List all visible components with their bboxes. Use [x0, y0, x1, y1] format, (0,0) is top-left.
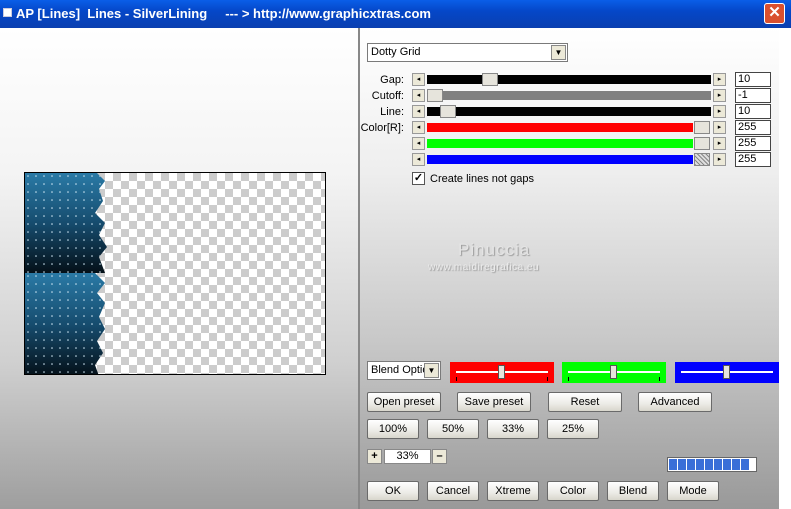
progress-segment	[696, 459, 704, 470]
cutoff-thumb[interactable]	[427, 89, 443, 102]
slider-right-arrow-icon[interactable]: ▸	[713, 153, 726, 166]
slider-left-arrow-icon[interactable]: ◂	[412, 137, 425, 150]
color-r-label: Color[R]:	[360, 122, 404, 134]
progress-segment	[678, 459, 686, 470]
gap-label: Gap:	[380, 74, 404, 86]
gap-value[interactable]: 10	[735, 72, 771, 87]
blend-select-value: Blend Optio	[371, 364, 429, 376]
zoom-in-button[interactable]: +	[367, 449, 382, 464]
slider-right-arrow-icon[interactable]: ▸	[713, 137, 726, 150]
zoom-25-button[interactable]: 25%	[547, 419, 599, 439]
line-slider[interactable]: ◂ ▸	[412, 105, 726, 118]
title-bar: AP [Lines] Lines - SilverLining --- > ht…	[0, 0, 791, 28]
zoom-33-button[interactable]: 33%	[487, 419, 539, 439]
chevron-down-icon[interactable]: ▼	[551, 45, 566, 60]
red-bar-tick	[547, 377, 548, 381]
blue-bar-thumb[interactable]	[723, 365, 730, 379]
blend-select[interactable]: Blend Optio ▼	[367, 361, 441, 380]
chevron-down-icon[interactable]: ▼	[424, 363, 439, 378]
preview-top-half	[25, 173, 107, 273]
color-b-slider[interactable]: ◂ ▸	[412, 153, 726, 166]
progress-segment	[741, 459, 749, 470]
color-r-value[interactable]: 255	[735, 120, 771, 135]
gap-thumb[interactable]	[482, 73, 498, 86]
progress-segment	[669, 459, 677, 470]
color-button[interactable]: Color	[547, 481, 599, 501]
save-preset-button[interactable]: Save preset	[457, 392, 531, 412]
progress-segment	[687, 459, 695, 470]
color-r-slider[interactable]: ◂ ▸	[412, 121, 726, 134]
gap-track	[427, 75, 711, 84]
green-bar-thumb[interactable]	[610, 365, 617, 379]
color-g-value[interactable]: 255	[735, 136, 771, 151]
green-bar-tick	[659, 377, 660, 381]
create-lines-label: Create lines not gaps	[430, 173, 534, 185]
blue-color-bar[interactable]	[675, 362, 779, 383]
advanced-button[interactable]: Advanced	[638, 392, 712, 412]
slider-left-arrow-icon[interactable]: ◂	[412, 121, 425, 134]
slider-left-arrow-icon[interactable]: ◂	[412, 89, 425, 102]
progress-bar	[667, 457, 757, 472]
cutoff-track	[427, 91, 711, 100]
preview-bottom-half	[25, 273, 105, 374]
line-track	[427, 107, 711, 116]
zoom-100-button[interactable]: 100%	[367, 419, 419, 439]
zoom-50-button[interactable]: 50%	[427, 419, 479, 439]
color-b-thumb[interactable]	[694, 153, 710, 166]
line-thumb[interactable]	[440, 105, 456, 118]
watermark-url: www.maidiregrafica.eu	[428, 262, 540, 273]
green-color-bar[interactable]	[562, 362, 666, 383]
open-preset-button[interactable]: Open preset	[367, 392, 441, 412]
color-b-track	[427, 155, 693, 164]
red-color-bar[interactable]	[450, 362, 554, 383]
slider-right-arrow-icon[interactable]: ▸	[713, 121, 726, 134]
watermark-name: Pinuccia	[458, 240, 531, 259]
cutoff-value[interactable]: -1	[735, 88, 771, 103]
color-g-track	[427, 139, 693, 148]
reset-button[interactable]: Reset	[548, 392, 622, 412]
color-g-slider[interactable]: ◂ ▸	[412, 137, 726, 150]
cutoff-slider[interactable]: ◂ ▸	[412, 89, 726, 102]
color-g-thumb[interactable]	[694, 137, 710, 150]
preview-graphic	[25, 173, 107, 374]
color-b-value[interactable]: 255	[735, 152, 771, 167]
window-title: AP [Lines] Lines - SilverLining --- > ht…	[16, 6, 431, 21]
slider-left-arrow-icon[interactable]: ◂	[412, 153, 425, 166]
progress-segment	[714, 459, 722, 470]
preview-image	[24, 172, 326, 375]
slider-left-arrow-icon[interactable]: ◂	[412, 105, 425, 118]
progress-segment	[723, 459, 731, 470]
mode-button[interactable]: Mode	[667, 481, 719, 501]
color-r-thumb[interactable]	[694, 121, 710, 134]
red-bar-tick	[456, 377, 457, 381]
color-r-track	[427, 123, 693, 132]
line-label: Line:	[380, 106, 404, 118]
window-edge	[779, 28, 791, 509]
zoom-value[interactable]: 33%	[384, 449, 431, 464]
zoom-out-button[interactable]: –	[432, 449, 447, 464]
preset-select[interactable]: Dotty Grid ▼	[367, 43, 568, 62]
line-value[interactable]: 10	[735, 104, 771, 119]
ok-button[interactable]: OK	[367, 481, 419, 501]
slider-right-arrow-icon[interactable]: ▸	[713, 89, 726, 102]
window-icon[interactable]	[3, 8, 12, 17]
slider-right-arrow-icon[interactable]: ▸	[713, 73, 726, 86]
xtreme-button[interactable]: Xtreme	[487, 481, 539, 501]
cancel-button[interactable]: Cancel	[427, 481, 479, 501]
progress-segment	[732, 459, 740, 470]
blend-button[interactable]: Blend	[607, 481, 659, 501]
progress-segment	[705, 459, 713, 470]
create-lines-checkbox[interactable]: ✓	[412, 172, 425, 185]
red-bar-thumb[interactable]	[498, 365, 505, 379]
slider-left-arrow-icon[interactable]: ◂	[412, 73, 425, 86]
preset-select-value: Dotty Grid	[371, 46, 421, 58]
gap-slider[interactable]: ◂ ▸	[412, 73, 726, 86]
close-icon[interactable]: ✕	[764, 3, 785, 24]
slider-right-arrow-icon[interactable]: ▸	[713, 105, 726, 118]
green-bar-tick	[568, 377, 569, 381]
cutoff-label: Cutoff:	[371, 90, 404, 102]
